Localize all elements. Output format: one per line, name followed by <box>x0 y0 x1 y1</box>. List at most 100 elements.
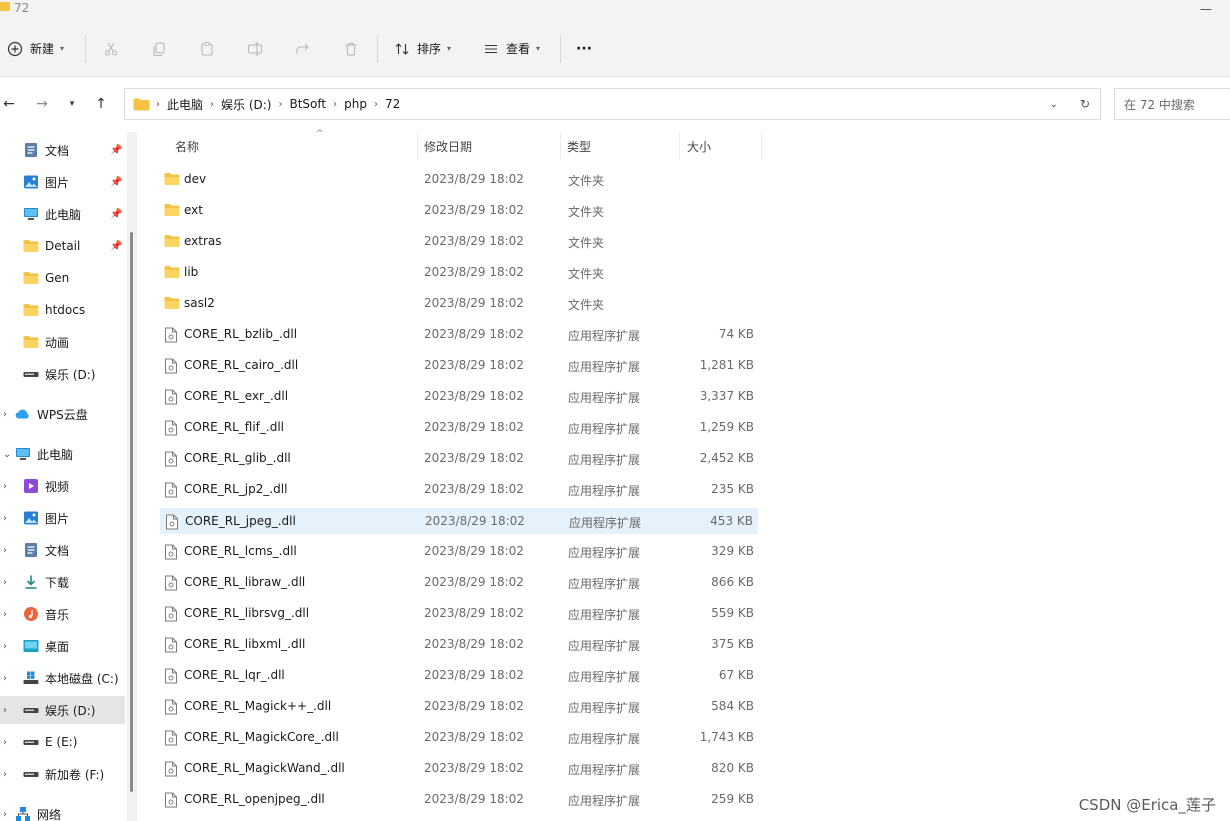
file-row[interactable]: CORE_RL_Magick++_.dll 2023/8/29 18:02 应用程序… <box>160 694 758 720</box>
file-size: 584 KB <box>711 699 754 713</box>
chevron-right-icon[interactable]: › <box>3 481 7 492</box>
file-row[interactable]: dev 2023/8/29 18:02 文件夹 <box>160 167 758 193</box>
delete-button[interactable] <box>342 20 360 77</box>
sidebar-item[interactable]: 此电脑 📌 <box>0 200 125 228</box>
more-options-button[interactable]: ··· <box>576 20 592 77</box>
sidebar-item[interactable]: › 娱乐 (D:) <box>0 696 125 724</box>
sidebar-item[interactable]: htdocs <box>0 296 125 324</box>
sidebar-item[interactable]: 动画 <box>0 328 125 356</box>
dll-file-icon <box>164 668 180 684</box>
breadcrumb-php[interactable]: php <box>337 97 374 111</box>
file-row[interactable]: CORE_RL_jp2_.dll 2023/8/29 18:02 应用程序扩展 235… <box>160 477 758 503</box>
file-row[interactable]: sasl2 2023/8/29 18:02 文件夹 <box>160 291 758 317</box>
sidebar-item[interactable]: 图片 📌 <box>0 168 125 196</box>
file-row[interactable]: CORE_RL_libraw_.dll 2023/8/29 18:02 应用程序扩展… <box>160 570 758 596</box>
chevron-down-icon: ▾ <box>69 99 75 109</box>
file-type: 应用程序扩展 <box>568 329 641 343</box>
file-row[interactable]: ext 2023/8/29 18:02 文件夹 <box>160 198 758 224</box>
column-header-type[interactable]: 类型 <box>560 132 680 160</box>
file-row[interactable]: CORE_RL_flif_.dll 2023/8/29 18:02 应用程序扩展 1,… <box>160 415 758 441</box>
share-button[interactable] <box>294 20 312 77</box>
sidebar-item-label: Gen <box>45 271 70 285</box>
file-row[interactable]: CORE_RL_MagickCore_.dll 2023/8/29 18:02 应用… <box>160 725 758 751</box>
desktop-icon <box>23 638 39 654</box>
chevron-right-icon[interactable]: › <box>3 769 7 780</box>
minimize-button[interactable]: — <box>1200 2 1212 16</box>
sidebar-item[interactable]: › WPS云盘 <box>0 400 125 428</box>
column-header-date[interactable]: 修改日期 <box>417 132 561 160</box>
file-row[interactable]: CORE_RL_cairo_.dll 2023/8/29 18:02 应用程序扩展 1… <box>160 353 758 379</box>
address-dropdown-button[interactable]: ⌄ <box>1050 99 1058 110</box>
file-row[interactable]: CORE_RL_MagickWand_.dll 2023/8/29 18:02 应用… <box>160 756 758 782</box>
search-input[interactable]: 在 72 中搜索 <box>1114 88 1230 120</box>
copy-button[interactable] <box>150 20 168 77</box>
sidebar-item[interactable]: › 本地磁盘 (C:) <box>0 664 125 692</box>
chevron-right-icon[interactable]: › <box>3 609 7 620</box>
file-row[interactable]: CORE_RL_jpeg_.dll 2023/8/29 18:02 应用程序扩展 45… <box>160 508 758 534</box>
new-button[interactable]: 新建 ▾ <box>6 20 64 77</box>
file-row[interactable]: CORE_RL_exr_.dll 2023/8/29 18:02 应用程序扩展 3,3… <box>160 384 758 410</box>
file-row[interactable]: CORE_RL_openjpeg_.dll 2023/8/29 18:02 应用程序… <box>160 787 758 813</box>
file-row[interactable]: CORE_RL_lcms_.dll 2023/8/29 18:02 应用程序扩展 32… <box>160 539 758 565</box>
network-icon <box>15 806 31 821</box>
forward-button[interactable]: → <box>33 95 51 113</box>
sidebar-item[interactable]: › 文档 <box>0 536 125 564</box>
view-button[interactable]: 查看 ▾ <box>482 20 540 77</box>
sidebar-item[interactable]: › E (E:) <box>0 728 125 756</box>
dll-file-icon <box>164 699 180 715</box>
paste-button[interactable] <box>198 20 216 77</box>
sidebar-item[interactable]: Detail 📌 <box>0 232 125 260</box>
sidebar-item[interactable]: › 下载 <box>0 568 125 596</box>
sidebar-item[interactable]: › 网络 <box>0 800 125 821</box>
chevron-right-icon[interactable]: › <box>3 641 7 652</box>
folder-icon <box>23 334 39 350</box>
sidebar-item[interactable]: 娱乐 (D:) <box>0 360 125 388</box>
windows-drive-icon <box>23 670 39 686</box>
file-row[interactable]: CORE_RL_glib_.dll 2023/8/29 18:02 应用程序扩展 2,… <box>160 446 758 472</box>
breadcrumb-this-pc[interactable]: 此电脑 <box>160 96 210 113</box>
chevron-right-icon[interactable]: › <box>3 737 7 748</box>
file-row[interactable]: CORE_RL_librsvg_.dll 2023/8/29 18:02 应用程序扩… <box>160 601 758 627</box>
sidebar-item[interactable]: › 图片 <box>0 504 125 532</box>
scrollbar-thumb[interactable] <box>130 232 133 792</box>
sidebar-item[interactable]: › 桌面 <box>0 632 125 660</box>
file-size: 2,452 KB <box>699 451 754 465</box>
sidebar-item[interactable]: › 视频 <box>0 472 125 500</box>
chevron-right-icon[interactable]: › <box>3 545 7 556</box>
sidebar-item[interactable]: Gen <box>0 264 125 292</box>
column-header-size[interactable]: 大小 <box>680 132 762 160</box>
chevron-right-icon[interactable]: › <box>3 673 7 684</box>
file-row[interactable]: lib 2023/8/29 18:02 文件夹 <box>160 260 758 286</box>
chevron-right-icon[interactable]: › <box>3 809 7 820</box>
dll-file-icon <box>164 606 180 622</box>
chevron-right-icon[interactable]: › <box>3 577 7 588</box>
address-bar[interactable]: › 此电脑 › 娱乐 (D:) › BtSoft › php › 72 ⌄ ↻ <box>124 88 1101 120</box>
recent-locations-button[interactable]: ▾ <box>63 95 81 113</box>
watermark: CSDN @Erica_莲子 <box>1078 796 1216 814</box>
column-header-name[interactable]: 名称 ^ <box>168 129 418 160</box>
file-row[interactable]: extras 2023/8/29 18:02 文件夹 <box>160 229 758 255</box>
up-button[interactable]: ↑ <box>92 95 110 113</box>
sidebar-item[interactable]: ⌄ 此电脑 <box>0 440 125 468</box>
breadcrumb-drive-d[interactable]: 娱乐 (D:) <box>214 96 278 113</box>
cut-button[interactable] <box>102 20 120 77</box>
breadcrumb-btsoft[interactable]: BtSoft <box>282 97 333 111</box>
sidebar-item-label: 娱乐 (D:) <box>45 703 96 718</box>
sidebar-item[interactable]: › 音乐 <box>0 600 125 628</box>
file-size: 375 KB <box>711 637 754 651</box>
rename-button[interactable] <box>246 20 264 77</box>
sidebar-scrollbar[interactable] <box>127 132 137 821</box>
file-row[interactable]: CORE_RL_bzlib_.dll 2023/8/29 18:02 应用程序扩展 7… <box>160 322 758 348</box>
file-row[interactable]: CORE_RL_libxml_.dll 2023/8/29 18:02 应用程序扩展… <box>160 632 758 658</box>
sort-button[interactable]: 排序 ▾ <box>393 20 451 77</box>
back-button[interactable]: ← <box>0 95 18 113</box>
sidebar-item[interactable]: 文档 📌 <box>0 136 125 164</box>
refresh-button[interactable]: ↻ <box>1080 97 1090 111</box>
sidebar-item[interactable]: › 新加卷 (F:) <box>0 760 125 788</box>
file-row[interactable]: CORE_RL_lqr_.dll 2023/8/29 18:02 应用程序扩展 67 … <box>160 663 758 689</box>
chevron-right-icon[interactable]: › <box>3 513 7 524</box>
breadcrumb-72[interactable]: 72 <box>378 97 407 111</box>
chevron-right-icon[interactable]: › <box>3 409 7 420</box>
chevron-right-icon[interactable]: › <box>3 705 7 716</box>
chevron-down-icon[interactable]: ⌄ <box>3 449 11 460</box>
